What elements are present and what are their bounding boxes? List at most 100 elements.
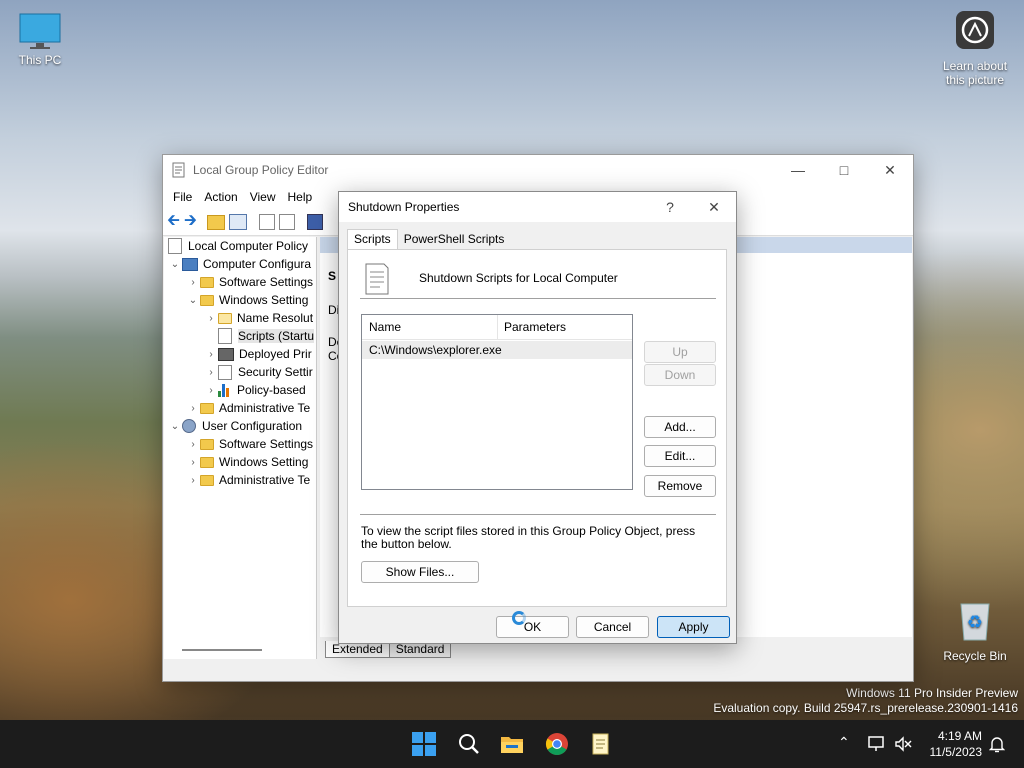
tab-powershell-scripts[interactable]: PowerShell Scripts [398, 229, 511, 249]
edit-button[interactable]: Edit... [644, 445, 716, 467]
chevron-right-icon[interactable]: › [186, 457, 200, 468]
tree-root-label: Local Computer Policy [188, 239, 309, 253]
list-item[interactable]: C:\Windows\explorer.exe [362, 341, 632, 359]
watermark-line-2: Evaluation copy. Build 25947.rs_prerelea… [713, 701, 1018, 715]
tree-item-name-resolution[interactable]: › Name Resolut [164, 309, 316, 327]
printer-icon [218, 347, 234, 361]
tree-item-computer-config[interactable]: ⌄ Computer Configura [164, 255, 316, 273]
tree-item-user-config[interactable]: ⌄ User Configuration [164, 417, 316, 435]
tree-item-admin-templates[interactable]: › Administrative Te [164, 399, 316, 417]
column-parameters[interactable]: Parameters [498, 320, 566, 334]
chevron-down-icon[interactable]: ⌄ [168, 259, 182, 270]
dialog-tabstrip: Scripts PowerShell Scripts [347, 229, 510, 249]
desktop-icon-this-pc[interactable]: This PC [0, 12, 80, 67]
taskbar: ⌃ 4:19 AM 11/5/2023 [0, 720, 1024, 768]
chevron-right-icon[interactable]: › [186, 403, 200, 414]
tree-item-policy-based[interactable]: › Policy-based [164, 381, 316, 399]
chrome-icon[interactable] [545, 732, 569, 756]
tree-item-deployed-printers[interactable]: › Deployed Prir [164, 345, 316, 363]
gpedit-titlebar[interactable]: Local Group Policy Editor — □ ✕ [163, 155, 913, 185]
tree-item-windows-settings[interactable]: ⌄ Windows Setting [164, 291, 316, 309]
dialog-titlebar[interactable]: Shutdown Properties ? ✕ [339, 192, 736, 222]
tree-pane: Local Computer Policy ⌄ Computer Configu… [164, 237, 317, 659]
search-icon[interactable] [457, 732, 481, 756]
apply-button[interactable]: Apply [657, 616, 730, 638]
column-name[interactable]: Name [362, 315, 498, 339]
menu-file[interactable]: File [167, 190, 198, 204]
chevron-down-icon[interactable]: ⌄ [186, 295, 200, 306]
desktop-icon-recycle-bin[interactable]: ♻ Recycle Bin [935, 598, 1015, 663]
back-arrow-icon[interactable]: 🡰 [167, 209, 180, 236]
volume-muted-icon[interactable] [894, 736, 912, 752]
tree-horizontal-scrollbar[interactable] [182, 649, 262, 651]
dialog-help-button[interactable]: ? [648, 192, 692, 222]
notepad-icon[interactable] [589, 732, 613, 756]
this-pc-label: This PC [18, 53, 62, 67]
chevron-right-icon[interactable]: › [186, 475, 200, 486]
show-hidden-icons-chevron-up-icon[interactable]: ⌃ [838, 734, 850, 751]
tree-item-user-admin-templates[interactable]: › Administrative Te [164, 471, 316, 489]
cancel-button[interactable]: Cancel [576, 616, 649, 638]
ok-button[interactable]: OK [496, 616, 569, 638]
show-files-button[interactable]: Show Files... [361, 561, 479, 583]
menu-help[interactable]: Help [282, 190, 319, 204]
clock-time: 4:19 AM [937, 729, 982, 743]
tree-label: Policy-based [237, 383, 306, 397]
loading-cursor-icon [512, 611, 526, 625]
clock[interactable]: 4:19 AM 11/5/2023 [918, 728, 983, 760]
chevron-right-icon[interactable]: › [204, 349, 218, 360]
svg-text:♻: ♻ [967, 612, 983, 633]
menu-view[interactable]: View [244, 190, 282, 204]
chevron-right-icon[interactable]: › [186, 277, 200, 288]
list-header: Name Parameters [362, 315, 632, 340]
network-icon[interactable] [868, 736, 886, 752]
scripts-list[interactable]: Name Parameters C:\Windows\explorer.exe [361, 314, 633, 490]
tree-item-software-settings[interactable]: › Software Settings [164, 273, 316, 291]
minimize-button[interactable]: — [775, 155, 821, 185]
bar-chart-icon [218, 383, 232, 397]
chevron-right-icon[interactable]: › [204, 367, 218, 378]
dialog-close-button[interactable]: ✕ [692, 192, 736, 222]
maximize-button[interactable]: □ [821, 155, 867, 185]
script-name: C:\Windows\explorer.exe [369, 343, 502, 357]
file-explorer-icon[interactable] [500, 732, 524, 756]
recycle-bin-icon: ♻ [960, 603, 990, 641]
tree-label: Windows Setting [219, 455, 309, 469]
notification-bell-icon[interactable] [989, 735, 1005, 753]
properties-icon[interactable] [258, 214, 275, 230]
tree-item-security-settings[interactable]: › Security Settir [164, 363, 316, 381]
remove-button[interactable]: Remove [644, 475, 716, 497]
help-icon[interactable] [306, 214, 323, 230]
up-folder-icon[interactable] [206, 214, 225, 230]
add-button[interactable]: Add... [644, 416, 716, 438]
tree-label: Deployed Prir [239, 347, 312, 361]
chevron-right-icon[interactable]: › [186, 439, 200, 450]
clock-date: 11/5/2023 [929, 745, 983, 759]
chevron-right-icon[interactable]: › [204, 313, 218, 324]
down-button[interactable]: Down [644, 364, 716, 386]
tab-scripts[interactable]: Scripts [347, 229, 398, 249]
desktop-icon-learn[interactable]: Learn about this picture [935, 10, 1015, 87]
chevron-down-icon[interactable]: ⌄ [168, 421, 182, 432]
tree-item-user-windows-settings[interactable]: › Windows Setting [164, 453, 316, 471]
tree-label: Software Settings [219, 437, 314, 451]
tree-label: Windows Setting [219, 293, 309, 307]
watermark-line-1: Windows 11 Pro Insider Preview [846, 686, 1018, 700]
tree-item-user-software-settings[interactable]: › Software Settings [164, 435, 316, 453]
folder-icon [200, 402, 214, 414]
up-button[interactable]: Up [644, 341, 716, 363]
tree-root[interactable]: Local Computer Policy [164, 237, 316, 255]
folder-icon [218, 312, 232, 324]
export-list-icon[interactable] [278, 214, 295, 230]
close-button[interactable]: ✕ [867, 155, 913, 185]
chevron-right-icon[interactable]: › [204, 385, 218, 396]
monitor-icon [19, 13, 61, 49]
policy-doc-icon [168, 238, 182, 254]
tree-item-scripts[interactable]: Scripts (Startu [164, 327, 316, 345]
menu-action[interactable]: Action [198, 190, 243, 204]
watermark: Windows 11 Pro Insider Preview Evaluatio… [713, 686, 1018, 716]
show-hide-tree-icon[interactable] [228, 214, 247, 230]
start-windows-icon[interactable] [412, 732, 436, 756]
script-file-icon [365, 263, 389, 295]
forward-arrow-icon[interactable]: 🡲 [184, 209, 197, 236]
